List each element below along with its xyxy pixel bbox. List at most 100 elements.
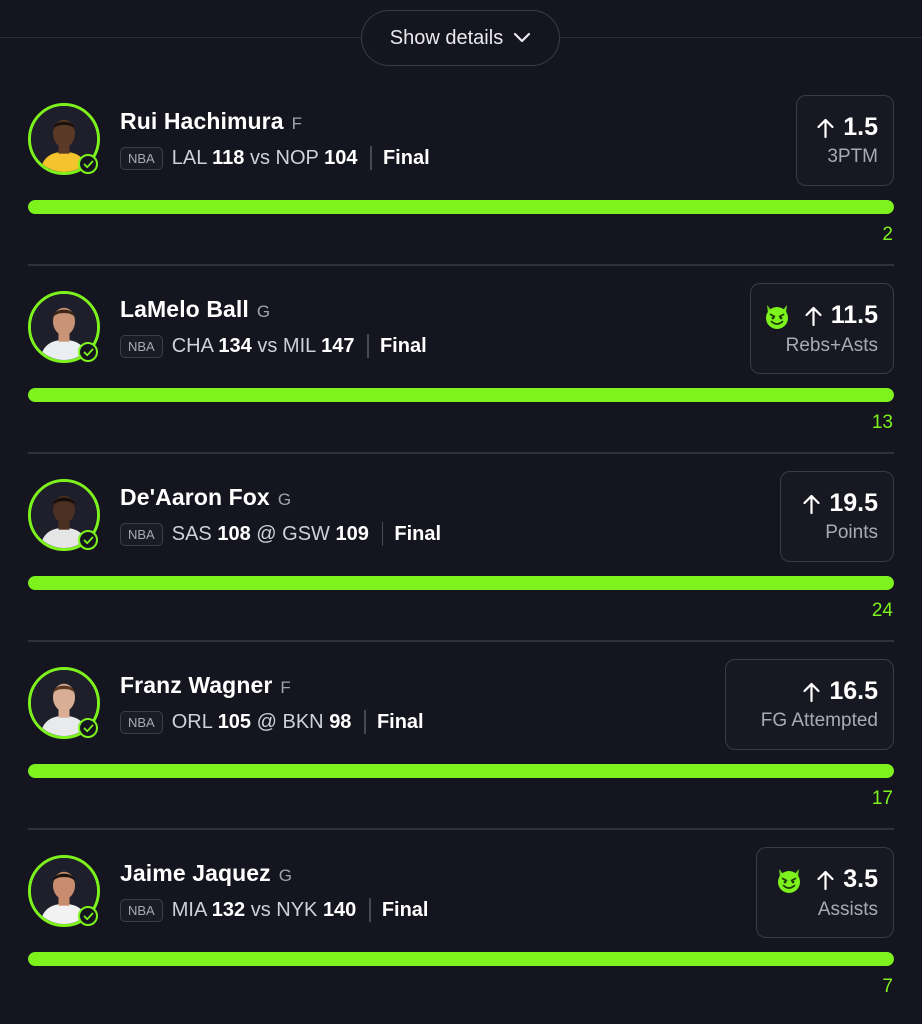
pick-line-row: 1.5 xyxy=(816,113,878,142)
show-details-button[interactable]: Show details xyxy=(361,10,560,66)
progress-bar-fill xyxy=(28,200,894,214)
demon-icon xyxy=(762,301,796,331)
player-name-row: Jaime Jaquez G xyxy=(120,860,292,887)
pick-line-value: 19.5 xyxy=(829,489,878,517)
check-icon xyxy=(78,154,98,174)
pick-stat-type: Assists xyxy=(817,898,878,920)
player-position: G xyxy=(256,302,271,321)
pick-card[interactable]: Rui Hachimura F NBA LAL 118 vs NOP 104 F… xyxy=(0,76,922,264)
away-team: SAS xyxy=(171,522,212,545)
player-position: F xyxy=(280,678,291,697)
demon-icon xyxy=(774,865,808,895)
pick-line-box[interactable]: 19.5 Points xyxy=(780,471,894,562)
player-name: LaMelo Ball xyxy=(120,296,249,322)
game-status: Final xyxy=(394,522,442,545)
game-status: Final xyxy=(382,146,430,169)
game-info-separator xyxy=(364,710,366,734)
progress-bar-fill xyxy=(28,576,894,590)
home-score: 140 xyxy=(322,898,357,921)
pick-stat-type: Points xyxy=(825,522,878,543)
pick-card[interactable]: Jaime Jaquez G NBA MIA 132 vs NYK 140 Fi… xyxy=(0,828,922,1016)
away-score: 134 xyxy=(218,334,252,357)
stat-result: 2 xyxy=(882,224,893,245)
card-divider xyxy=(28,828,894,830)
progress-bar xyxy=(28,952,894,966)
check-icon xyxy=(78,906,98,926)
progress-bar xyxy=(28,200,894,214)
game-info-separator xyxy=(369,898,371,922)
progress-bar-fill xyxy=(28,388,894,402)
game-info: NBA ORL 105 @ BKN 98 Final xyxy=(120,710,424,734)
stat-result: 13 xyxy=(871,412,893,433)
progress-bar-fill xyxy=(28,952,894,966)
player-name: De'Aaron Fox xyxy=(120,484,270,510)
home-team: NYK xyxy=(276,898,318,921)
pick-stat-type: 3PTM xyxy=(827,146,878,167)
home-team: MIL xyxy=(282,334,316,357)
game-status: Final xyxy=(381,898,429,921)
pick-line-row: 11.5 xyxy=(762,301,878,331)
player-name-row: LaMelo Ball G xyxy=(120,296,270,323)
arrow-up-icon xyxy=(804,305,823,327)
pick-card[interactable]: De'Aaron Fox G NBA SAS 108 @ GSW 109 Fin… xyxy=(0,452,922,640)
home-score: 104 xyxy=(324,146,358,169)
matchup: SAS 108 @ GSW 109 xyxy=(172,523,369,546)
arrow-up-icon xyxy=(802,493,821,515)
pick-line-value: 1.5 xyxy=(843,113,878,141)
home-score: 147 xyxy=(321,334,355,357)
player-name: Rui Hachimura xyxy=(120,108,284,134)
matchup: LAL 118 vs NOP 104 xyxy=(172,147,358,170)
away-team: CHA xyxy=(171,334,213,357)
league-badge: NBA xyxy=(120,898,163,922)
progress-bar xyxy=(28,388,894,402)
away-score: 108 xyxy=(217,522,251,545)
pick-line-box[interactable]: 1.5 3PTM xyxy=(796,95,894,186)
pick-card[interactable]: LaMelo Ball G NBA CHA 134 vs MIL 147 Fin… xyxy=(0,264,922,452)
home-team: BKN xyxy=(282,710,324,733)
pick-stat-type: FG Attempted xyxy=(760,710,878,731)
player-name: Franz Wagner xyxy=(120,672,273,698)
away-team: LAL xyxy=(171,146,207,169)
home-team: NOP xyxy=(275,146,319,169)
pick-line-box[interactable]: 11.5 Rebs+Asts xyxy=(750,283,894,374)
game-info: NBA SAS 108 @ GSW 109 Final xyxy=(120,522,441,546)
league-badge: NBA xyxy=(120,334,163,358)
player-name-row: Rui Hachimura F xyxy=(120,108,302,135)
matchup: CHA 134 vs MIL 147 xyxy=(172,335,355,358)
check-icon xyxy=(78,530,98,550)
pick-list-screen: Show details Rui Hachimura F NBA LAL 118… xyxy=(0,0,922,1024)
progress-bar xyxy=(28,576,894,590)
pick-line-value: 16.5 xyxy=(829,677,878,705)
game-status: Final xyxy=(379,334,427,357)
game-info-separator xyxy=(370,146,372,170)
show-details-label: Show details xyxy=(389,26,504,49)
player-position: G xyxy=(278,866,293,885)
card-divider xyxy=(28,640,894,642)
matchup-connector: vs xyxy=(250,898,271,921)
home-score: 98 xyxy=(329,710,352,733)
matchup-connector: vs xyxy=(249,146,270,169)
pick-card[interactable]: Franz Wagner F NBA ORL 105 @ BKN 98 Fina… xyxy=(0,640,922,828)
league-badge: NBA xyxy=(120,710,163,734)
check-icon xyxy=(78,718,98,738)
pick-line-row: 19.5 xyxy=(802,489,878,518)
pick-line-row: 16.5 xyxy=(802,677,878,706)
stat-result: 17 xyxy=(871,788,893,809)
progress-bar xyxy=(28,764,894,778)
league-badge: NBA xyxy=(120,522,163,546)
game-info: NBA CHA 134 vs MIL 147 Final xyxy=(120,334,427,358)
game-info: NBA LAL 118 vs NOP 104 Final xyxy=(120,146,430,170)
away-score: 132 xyxy=(211,898,246,921)
pick-line-box[interactable]: 3.5 Assists xyxy=(756,847,894,938)
player-name: Jaime Jaquez xyxy=(120,860,271,886)
pick-line-box[interactable]: 16.5 FG Attempted xyxy=(725,659,894,750)
arrow-up-icon xyxy=(802,681,821,703)
game-info: NBA MIA 132 vs NYK 140 Final xyxy=(120,898,428,922)
matchup-connector: @ xyxy=(256,522,277,545)
away-team: ORL xyxy=(171,710,213,733)
player-name-row: De'Aaron Fox G xyxy=(120,484,291,511)
player-name-row: Franz Wagner F xyxy=(120,672,291,699)
check-icon xyxy=(78,342,98,362)
pick-line-row: 3.5 xyxy=(774,865,878,895)
game-status: Final xyxy=(376,710,424,733)
